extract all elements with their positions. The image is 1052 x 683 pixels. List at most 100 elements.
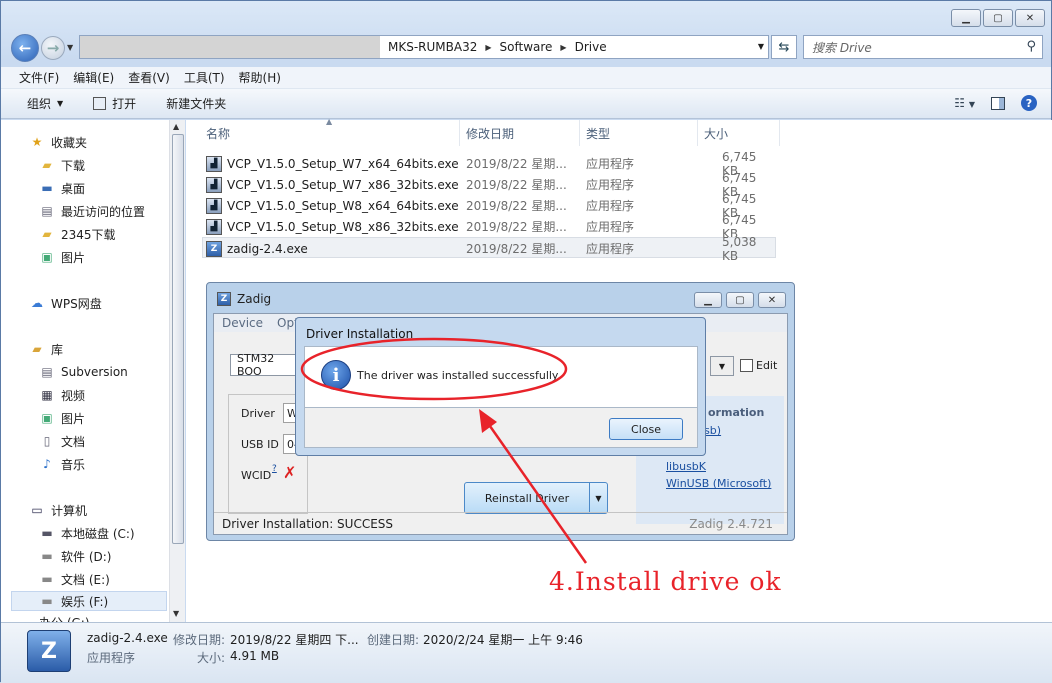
sidebar-item-drive-d[interactable]: ▬ 软件 (D:) — [39, 546, 111, 566]
menu-help[interactable]: 帮助(H) — [239, 69, 281, 86]
open-button[interactable]: 打开 — [93, 95, 136, 112]
table-row[interactable]: ▟ VCP_V1.5.0_Setup_W8_x86_32bits.exe 2019… — [202, 213, 776, 241]
driver-installation-dialog: Driver Installation i The driver was ins… — [295, 317, 706, 456]
info-icon: i — [321, 360, 351, 390]
minimize-icon[interactable]: ▁ — [951, 9, 981, 27]
sidebar-item-wps[interactable]: ☁ WPS网盘 — [29, 293, 102, 313]
library-icon: ▰ — [32, 342, 42, 356]
close-icon[interactable]: ✕ — [1015, 9, 1045, 27]
column-header-date[interactable]: 修改日期 — [462, 120, 580, 146]
sidebar-item-label: 音乐 — [61, 457, 86, 472]
sidebar-item-pictures[interactable]: ▣ 图片 — [39, 247, 85, 267]
search-input[interactable]: 搜索 Drive ⚲ — [803, 35, 1043, 59]
drive-icon: ▬ — [41, 549, 53, 563]
breadcrumb-item[interactable]: Software — [500, 40, 553, 54]
chevron-right-icon[interactable]: ▶ — [485, 43, 491, 52]
sidebar-item-documents[interactable]: ▯ 文档 — [39, 431, 85, 451]
menu-tools[interactable]: 工具(T) — [184, 69, 225, 86]
column-header-label: 修改日期 — [466, 126, 515, 141]
sidebar-item-drive-g[interactable]: 办公 (G:) — [39, 614, 90, 622]
sidebar-item-subversion[interactable]: ▤ Subversion — [39, 362, 128, 382]
preview-pane-icon[interactable] — [991, 96, 1005, 110]
file-name-cell: Zzadig-2.4.exe — [206, 238, 308, 259]
details-type: 应用程序 — [87, 651, 136, 665]
scroll-up-icon[interactable]: ▲ — [173, 122, 179, 131]
history-dropdown-icon[interactable]: ▼ — [67, 43, 73, 52]
view-options-icon[interactable]: ☷ ▼ — [954, 96, 975, 110]
refresh-button[interactable]: ⇆ — [771, 35, 797, 59]
dialog-footer: Close — [304, 408, 698, 448]
sidebar-item-favorites[interactable]: ★ 收藏夹 — [29, 132, 87, 152]
sidebar-item-label: Subversion — [61, 365, 128, 379]
drive-icon: ▬ — [41, 572, 53, 586]
menu-file[interactable]: 文件(F) — [19, 69, 59, 86]
sidebar-item-lib-pictures[interactable]: ▣ 图片 — [39, 408, 85, 428]
library-folder-icon: ▤ — [41, 365, 53, 379]
sidebar-item-computer[interactable]: ▭ 计算机 — [29, 500, 87, 520]
table-row-selected[interactable]: Zzadig-2.4.exe 2019/8/22 星期... 应用程序 5,03… — [202, 235, 776, 263]
file-date: 2019/8/22 星期... — [466, 220, 567, 234]
libusbk-link[interactable]: libusbK — [666, 460, 706, 473]
sidebar-item-label: 最近访问的位置 — [61, 204, 146, 219]
help-icon[interactable]: ? — [1021, 95, 1037, 111]
column-header-name[interactable]: 名称 — [202, 120, 460, 146]
menu-view[interactable]: 查看(V) — [128, 69, 170, 86]
wcid-help-link[interactable]: ? — [272, 464, 277, 474]
address-dropdown-icon[interactable]: ▼ — [758, 42, 764, 51]
minimize-icon[interactable]: ▁ — [694, 292, 722, 308]
details-filename: zadig-2.4.exe — [87, 631, 168, 645]
winusb-link[interactable]: WinUSB (Microsoft) — [666, 477, 771, 490]
scrollbar-thumb[interactable] — [172, 134, 184, 544]
scroll-down-icon[interactable]: ▼ — [173, 609, 179, 618]
sidebar-item-desktop[interactable]: ▬ 桌面 — [39, 178, 85, 198]
sidebar-item-videos[interactable]: ▦ 视频 — [39, 385, 85, 405]
close-button[interactable]: Close — [609, 418, 683, 440]
maximize-icon[interactable]: ▢ — [983, 9, 1013, 27]
breadcrumb-item[interactable]: Drive — [575, 40, 607, 54]
column-header-type[interactable]: 类型 — [582, 120, 698, 146]
chevron-right-icon[interactable]: ▶ — [560, 43, 566, 52]
sidebar-item-drive-c[interactable]: ▬ 本地磁盘 (C:) — [39, 523, 134, 543]
zadig-app-icon: Z — [27, 630, 71, 672]
driver-label: Driver — [241, 407, 275, 420]
sidebar-item-downloads[interactable]: ▰ 下载 — [39, 155, 85, 175]
maximize-icon[interactable]: ▢ — [726, 292, 754, 308]
search-placeholder: 搜索 Drive — [812, 40, 872, 55]
chevron-down-icon[interactable]: ▼ — [710, 356, 734, 376]
refresh-icon: ⇆ — [778, 39, 790, 55]
menu-edit[interactable]: 编辑(E) — [73, 69, 114, 86]
address-bar[interactable]: MKS-RUMBA32 ▶ Software ▶ Drive ▼ — [79, 35, 769, 59]
device-select[interactable]: STM32 BOO — [230, 352, 300, 378]
breadcrumb-item[interactable]: MKS-RUMBA32 — [388, 40, 477, 54]
search-icon[interactable]: ⚲ — [1026, 39, 1036, 54]
zadig-status-bar: Driver Installation: SUCCESS Zadig 2.4.7… — [214, 512, 787, 534]
sidebar-item-music[interactable]: ♪ 音乐 — [39, 454, 85, 474]
sidebar-item-label: 下载 — [61, 158, 86, 173]
chevron-down-icon[interactable]: ▼ — [589, 483, 607, 513]
sidebar-item-2345[interactable]: ▰ 2345下载 — [39, 224, 115, 244]
organize-button[interactable]: 组织 ▼ — [27, 95, 63, 112]
file-type: 应用程序 — [586, 199, 635, 213]
column-header-size[interactable]: 大小 — [700, 120, 780, 146]
table-row[interactable]: ▟ VCP_V1.5.0_Setup_W8_x64_64bits.exe 2019… — [202, 192, 776, 220]
sidebar-item-drive-f[interactable]: ▬ 娱乐 (F:) — [11, 591, 167, 611]
sidebar-scrollbar[interactable]: ▲ ▼ — [169, 120, 185, 622]
checkbox-box[interactable] — [740, 359, 753, 372]
back-button[interactable]: ← — [11, 34, 39, 62]
edit-checkbox[interactable]: Edit — [740, 359, 777, 372]
close-icon[interactable]: ✕ — [758, 292, 786, 308]
sidebar-item-recent[interactable]: ▤ 最近访问的位置 — [39, 201, 145, 221]
sidebar-item-library[interactable]: ▰ 库 — [29, 339, 63, 359]
open-icon — [93, 97, 107, 110]
forward-button[interactable]: → — [41, 36, 65, 60]
table-row[interactable]: ▟ VCP_V1.5.0_Setup_W7_x86_32bits.exe 2019… — [202, 171, 776, 199]
file-date: 2019/8/22 星期... — [466, 178, 567, 192]
sidebar-item-drive-e[interactable]: ▬ 文档 (E:) — [39, 569, 109, 589]
version-text: Zadig 2.4.721 — [689, 516, 773, 531]
new-folder-button[interactable]: 新建文件夹 — [166, 95, 226, 112]
table-row[interactable]: ▟ VCP_V1.5.0_Setup_W7_x64_64bits.exe 2019… — [202, 150, 776, 178]
reinstall-driver-button[interactable]: Reinstall Driver ▼ — [464, 482, 608, 514]
menu-bar: 文件(F) 编辑(E) 查看(V) 工具(T) 帮助(H) — [1, 67, 1051, 89]
explorer-window: ▁ ▢ ✕ ← → ▼ MKS-RUMBA32 ▶ Software ▶ Dri… — [0, 0, 1052, 683]
menu-device[interactable]: Device — [222, 316, 263, 330]
